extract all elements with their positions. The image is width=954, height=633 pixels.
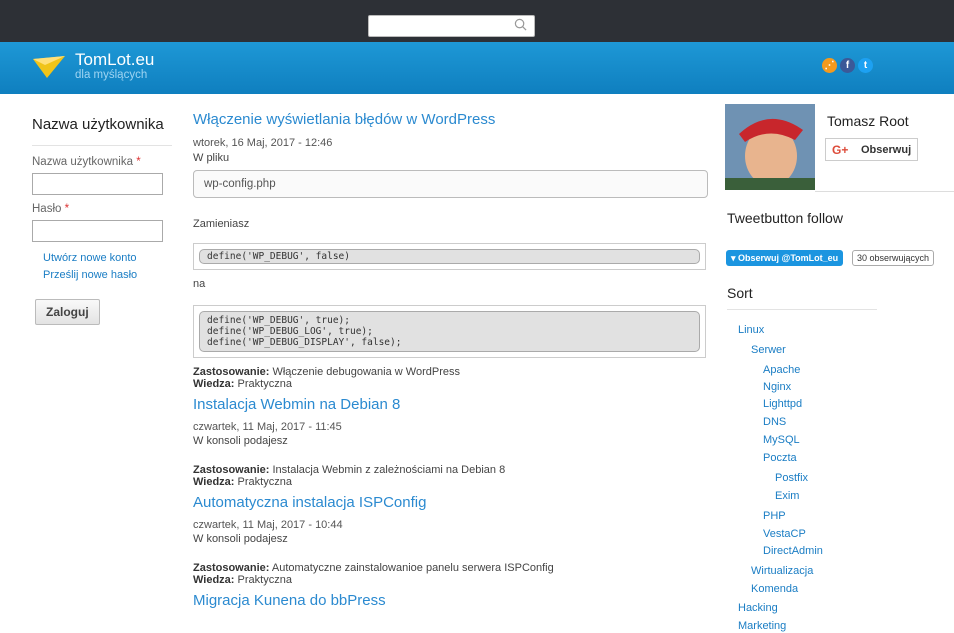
search-icon[interactable] xyxy=(514,18,527,31)
sort-heading: Sort xyxy=(727,285,753,301)
category-linux[interactable]: Linux xyxy=(738,324,764,336)
divider xyxy=(32,145,172,146)
twitter-bird-icon: ▾ xyxy=(731,253,736,263)
category-marketing[interactable]: Marketing xyxy=(738,620,786,632)
create-account-link[interactable]: Utwórz nowe konto xyxy=(43,250,172,267)
top-bar xyxy=(0,0,954,42)
post-knowledge: Wiedza: Praktyczna xyxy=(193,476,292,488)
code-frame: define('WP_DEBUG', false) xyxy=(193,243,706,270)
category-wirtualizacja[interactable]: Wirtualizacja xyxy=(751,565,813,577)
facebook-icon[interactable]: f xyxy=(840,58,855,73)
tweet-heading: Tweetbutton follow xyxy=(727,210,843,226)
post-date: wtorek, 16 Maj, 2017 - 12:46 xyxy=(193,137,333,149)
category-apache[interactable]: Apache xyxy=(763,364,800,376)
category-mysql[interactable]: MySQL xyxy=(763,434,800,446)
login-block: Nazwa użytkownika Nazwa użytkownika * Ha… xyxy=(32,116,172,325)
category-komenda[interactable]: Komenda xyxy=(751,583,798,595)
twitter-follow-button[interactable]: ▾ Obserwuj @TomLot_eu xyxy=(726,250,844,266)
divider xyxy=(727,309,877,310)
main-content: Włączenie wyświetlania błędów w WordPres… xyxy=(193,111,713,610)
category-vestacp[interactable]: VestaCP xyxy=(763,528,806,540)
reset-password-link[interactable]: Prześlij nowe hasło xyxy=(43,267,172,284)
code-block: define('WP_DEBUG', false) xyxy=(199,249,700,264)
post-date: czwartek, 11 Maj, 2017 - 11:45 xyxy=(193,421,342,433)
category-poczta[interactable]: Poczta xyxy=(763,452,797,464)
twitter-icon[interactable]: t xyxy=(858,58,873,73)
username-field[interactable] xyxy=(32,173,163,195)
code-frame: define('WP_DEBUG', true); define('WP_DEB… xyxy=(193,305,706,358)
category-php[interactable]: PHP xyxy=(763,510,786,522)
file-name-box: wp-config.php xyxy=(193,170,708,198)
gplus-icon: G+ xyxy=(832,143,849,157)
login-button[interactable]: Zaloguj xyxy=(35,299,100,325)
profile-name[interactable]: Tomasz Root xyxy=(827,113,909,129)
category-exim[interactable]: Exim xyxy=(775,490,799,502)
post-usage: Zastosowanie: Włączenie debugowania w Wo… xyxy=(193,366,460,378)
category-dns[interactable]: DNS xyxy=(763,416,786,428)
avatar-image xyxy=(725,104,815,190)
username-label: Nazwa użytkownika * xyxy=(32,156,141,168)
category-hacking[interactable]: Hacking xyxy=(738,602,778,614)
post-text: na xyxy=(193,278,206,290)
gplus-follow-button[interactable]: G+ Obserwuj xyxy=(825,138,918,161)
post-title[interactable]: Instalacja Webmin na Debian 8 xyxy=(193,396,713,414)
category-postfix[interactable]: Postfix xyxy=(775,472,808,484)
code-block: define('WP_DEBUG', true); define('WP_DEB… xyxy=(199,311,700,352)
post-title[interactable]: Migracja Kunena do bbPress xyxy=(193,592,713,610)
login-title: Nazwa użytkownika xyxy=(32,116,164,133)
category-serwer[interactable]: Serwer xyxy=(751,344,786,356)
post-title[interactable]: Automatyczna instalacja ISPConfig xyxy=(193,494,713,512)
post-usage: Zastosowanie: Instalacja Webmin z zależn… xyxy=(193,464,506,476)
post-text: Zamieniasz xyxy=(193,218,250,230)
category-lighttpd[interactable]: Lighttpd xyxy=(763,398,802,410)
password-label: Hasło * xyxy=(32,203,70,215)
post-text: W pliku xyxy=(193,152,230,164)
post-knowledge: Wiedza: Praktyczna xyxy=(193,574,292,586)
divider xyxy=(815,191,954,192)
category-directadmin[interactable]: DirectAdmin xyxy=(763,545,823,557)
site-slogan: dla myślących xyxy=(75,69,148,81)
post-text: W konsoli podajesz xyxy=(193,435,288,447)
post-knowledge: Wiedza: Praktyczna xyxy=(193,378,292,390)
post-title[interactable]: Włączenie wyświetlania błędów w WordPres… xyxy=(193,111,713,129)
logo-icon[interactable] xyxy=(33,56,65,78)
site-name[interactable]: TomLot.eu xyxy=(75,50,154,70)
post-date: czwartek, 11 Maj, 2017 - 10:44 xyxy=(193,519,343,531)
follow-label: Obserwuj xyxy=(861,144,912,156)
search-input[interactable] xyxy=(368,15,535,37)
post-usage: Zastosowanie: Automatyczne zainstalowani… xyxy=(193,562,554,574)
password-field[interactable] xyxy=(32,220,163,242)
avatar[interactable] xyxy=(725,104,815,190)
post-text: W konsoli podajesz xyxy=(193,533,288,545)
follower-count[interactable]: 30 obserwujących xyxy=(852,250,935,266)
category-nginx[interactable]: Nginx xyxy=(763,381,791,393)
rss-icon[interactable]: ⋰ xyxy=(822,58,837,73)
